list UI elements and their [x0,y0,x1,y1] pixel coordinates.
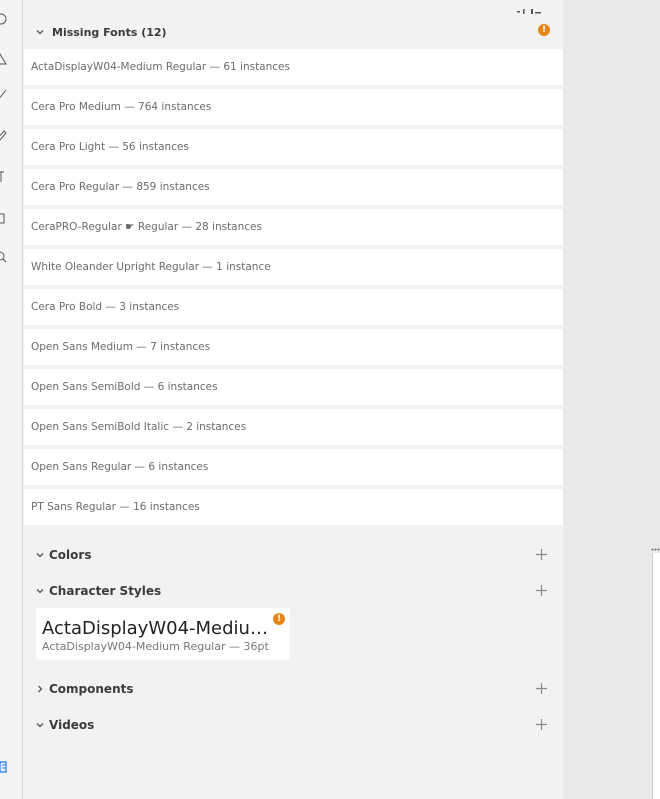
artboard-tool-icon[interactable] [0,210,10,224]
document-assets-icon[interactable] [0,760,12,774]
chevron-down-icon [36,30,44,35]
add-component-icon[interactable] [536,683,547,694]
videos-title: Videos [49,718,95,732]
line-tool-icon[interactable] [0,88,10,102]
missing-fonts-title: Missing Fonts (12) [52,25,167,39]
add-video-icon[interactable] [536,719,547,730]
chevron-down-icon [36,553,44,558]
font-row[interactable]: Cera Pro Medium — 764 instances [24,89,563,125]
colors-header[interactable]: Colors [24,543,563,567]
missing-fonts-list: ActaDisplayW04-Medium Regular — 61 insta… [24,49,563,529]
text-tool-icon[interactable] [0,170,10,184]
assets-panel: Missing Fonts (12) ! ActaDisplayW04-Medi… [24,0,563,799]
artboard[interactable] [652,553,660,799]
chevron-right-icon [38,685,43,693]
font-row[interactable]: White Oleander Upright Regular — 1 insta… [24,249,563,285]
polygon-tool-icon[interactable] [0,52,10,66]
colors-title: Colors [49,548,92,562]
warning-icon: ! [538,24,550,36]
missing-fonts-header[interactable]: Missing Fonts (12) ! [24,20,563,44]
character-style-name: ActaDisplayW04-Medium... [42,618,280,639]
tool-strip [0,0,23,799]
font-row[interactable]: Cera Pro Bold — 3 instances [24,289,563,325]
warning-icon: ! [273,613,285,625]
font-row[interactable]: ActaDisplayW04-Medium Regular — 61 insta… [24,49,563,85]
panel-top-icons [483,0,553,14]
components-title: Components [49,682,134,696]
ellipse-tool-icon[interactable] [0,12,10,26]
add-color-icon[interactable] [536,549,547,560]
components-header[interactable]: Components [24,677,563,701]
character-styles-header[interactable]: Character Styles [24,579,563,603]
font-row[interactable]: Open Sans Regular — 6 instances [24,449,563,485]
character-style-description: ActaDisplayW04-Medium Regular — 36pt [42,640,269,653]
videos-header[interactable]: Videos [24,713,563,737]
zoom-tool-icon[interactable] [0,250,10,264]
font-row[interactable]: PT Sans Regular — 16 instances [24,489,563,525]
chevron-down-icon [36,589,44,594]
font-row[interactable]: CeraPRO-Regular ☛ Regular — 28 instances [24,209,563,245]
character-style-card[interactable]: ActaDisplayW04-Medium... ActaDisplayW04-… [36,608,290,660]
artboard-handle-icon [651,548,660,551]
chevron-down-icon [36,723,44,728]
font-row[interactable]: Cera Pro Light — 56 instances [24,129,563,165]
font-row[interactable]: Open Sans SemiBold Italic — 2 instances [24,409,563,445]
font-row[interactable]: Open Sans SemiBold — 6 instances [24,369,563,405]
font-row[interactable]: Cera Pro Regular — 859 instances [24,169,563,205]
character-styles-title: Character Styles [49,584,162,598]
font-row[interactable]: Open Sans Medium — 7 instances [24,329,563,365]
design-canvas[interactable] [563,0,660,799]
pen-tool-icon[interactable] [0,128,10,142]
add-character-style-icon[interactable] [536,585,547,596]
